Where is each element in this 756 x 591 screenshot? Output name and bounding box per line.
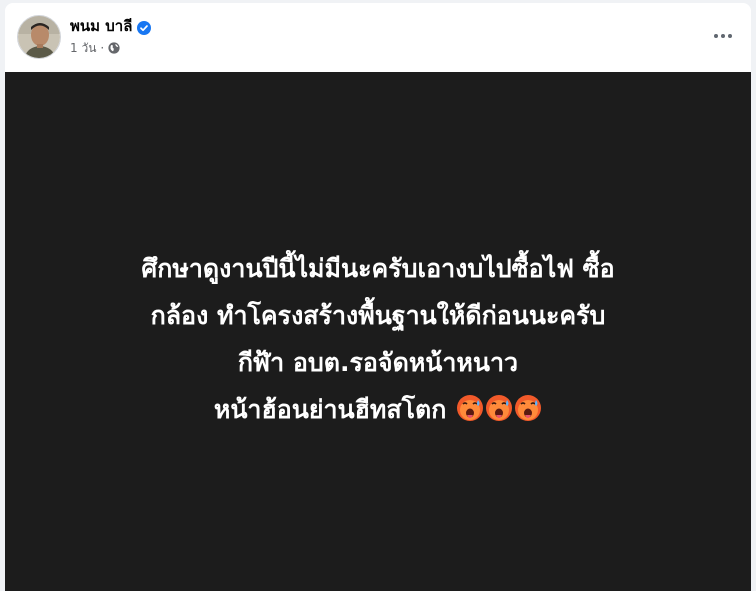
- post-text: ศึกษาดูงานปีนี้ไม่มีนะครับเอางบไปซื้อไฟ …: [5, 245, 751, 433]
- post-timestamp[interactable]: 1 วัน: [70, 40, 96, 56]
- verified-badge-icon: [137, 20, 152, 35]
- hot-face-emoji: [456, 390, 484, 421]
- author-line: พนม บาลี: [70, 17, 152, 36]
- more-options-icon: [714, 34, 732, 38]
- post-text-line-last: หน้าฮ้อนย่านฮีทสโตก: [5, 386, 751, 433]
- more-options-button[interactable]: [705, 18, 741, 54]
- author-name[interactable]: พนม บาลี: [70, 17, 132, 36]
- post-card: พนม บาลี 1 วัน · ศึกษาดูงานปีนี้ไม่มีนะค…: [5, 3, 751, 591]
- hot-face-emoji: [485, 390, 513, 421]
- meta-separator: ·: [100, 41, 105, 55]
- post-text-line: หน้าฮ้อนย่านฮีทสโตก: [213, 395, 447, 424]
- post-text-line: กล้อง ทำโครงสร้างพื้นฐานให้ดีก่อนนะครับ: [150, 301, 606, 330]
- post-header: พนม บาลี 1 วัน ·: [5, 3, 751, 72]
- post-text-line: ศึกษาดูงานปีนี้ไม่มีนะครับเอางบไปซื้อไฟ …: [141, 254, 615, 283]
- globe-icon[interactable]: [108, 42, 120, 54]
- avatar[interactable]: [17, 15, 61, 59]
- post-text-line: กีฬ้า อบต.รอจัดหน้าหนาว: [237, 348, 519, 377]
- hot-face-emoji: [514, 390, 542, 421]
- post-meta: 1 วัน ·: [70, 40, 120, 56]
- post-text-background: ศึกษาดูงานปีนี้ไม่มีนะครับเอางบไปซื้อไฟ …: [5, 72, 751, 591]
